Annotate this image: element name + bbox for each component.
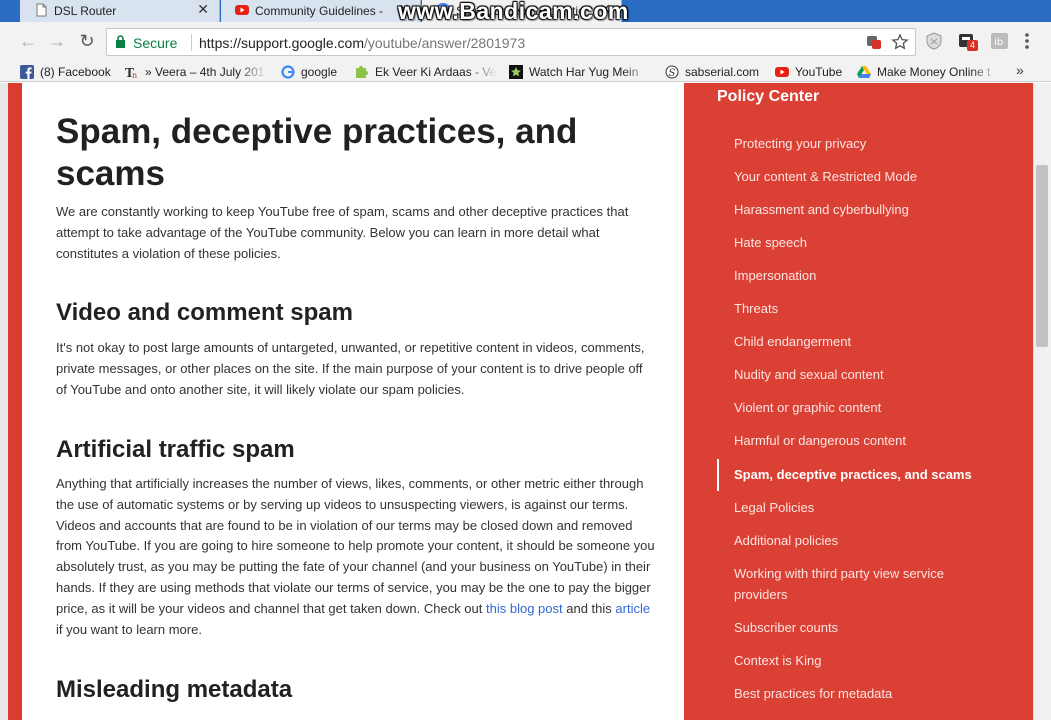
star-icon — [509, 64, 523, 79]
url-host: https://support.google.com — [199, 35, 364, 51]
youtube-icon — [775, 66, 789, 77]
tab-dsl-router[interactable]: DSL Router ✕ — [20, 0, 220, 22]
section-heading: Misleading metadata — [56, 676, 293, 703]
tab-strip: DSL Router ✕ Community Guidelines - ✕ Sp… — [0, 0, 1051, 24]
bookmark-label: Make Money Online t — [877, 64, 991, 79]
section-paragraph: It's not okay to post large amounts of u… — [56, 340, 645, 397]
learn-more-prefix: Check out — [423, 600, 483, 616]
divider — [191, 34, 192, 51]
bookmark-label: Ek Veer Ki Ardaas - Ve — [375, 64, 497, 79]
window-edge — [0, 83, 8, 720]
extension-badge: 4 — [967, 40, 978, 51]
bookmark-make-money[interactable]: Make Money Online t — [857, 63, 999, 80]
more-bookmarks-button[interactable]: » — [1016, 62, 1024, 78]
bookmark-youtube[interactable]: YouTube — [775, 63, 847, 80]
sidebar-item-legal-policies[interactable]: Legal Policies — [734, 498, 1014, 519]
lock-icon — [116, 35, 125, 48]
section-heading: Video and comment spam — [56, 299, 353, 326]
bookmark-sabserial[interactable]: S sabserial.com — [665, 63, 765, 80]
svg-text:ib: ib — [994, 37, 1003, 48]
sidebar-item-nudity[interactable]: Nudity and sexual content — [734, 365, 1014, 386]
bookmark-ek-veer[interactable]: Ek Veer Ki Ardaas - Ve — [355, 63, 497, 80]
bookmark-google[interactable]: google — [281, 63, 347, 80]
sidebar-item-harmful-content[interactable]: Harmful or dangerous content — [734, 431, 1014, 452]
bookmarks-bar: (8) Facebook Tn » Veera – 4th July 201 g… — [0, 60, 1051, 82]
drive-icon — [857, 65, 871, 78]
page-content: Spam, deceptive practices, and scams We … — [0, 83, 1051, 720]
svg-text:S: S — [669, 68, 676, 79]
url-path: /youtube/answer/2801973 — [364, 35, 526, 51]
s-icon: S — [665, 65, 679, 79]
bookmark-star-icon[interactable] — [891, 33, 909, 51]
bookmark-label: sabserial.com — [685, 64, 760, 79]
bookmark-har-yug[interactable]: Watch Har Yug Mein — [509, 63, 651, 80]
page-icon — [36, 3, 47, 17]
menu-icon[interactable] — [1024, 32, 1030, 50]
section-body: Anything that artificially increases the… — [56, 476, 655, 616]
bookmark-label: google — [301, 64, 338, 79]
section-heading: Artificial traffic spam — [56, 436, 295, 463]
sidebar-item-child-endangerment[interactable]: Child endangerment — [734, 332, 1014, 353]
sidebar-item-additional-policies[interactable]: Additional policies — [734, 531, 1014, 552]
puzzle-icon — [356, 65, 368, 78]
sidebar-item-impersonation[interactable]: Impersonation — [734, 266, 1014, 287]
address-bar[interactable]: Secure https://support.google.com/youtub… — [106, 28, 916, 56]
sidebar-item-threats[interactable]: Threats — [734, 299, 1014, 320]
left-accent-bar — [8, 83, 22, 720]
sidebar-item-protecting-privacy[interactable]: Protecting your privacy — [734, 134, 1014, 155]
google-icon — [281, 64, 295, 79]
policy-center-sidebar: Policy Center Protecting your privacy Yo… — [684, 83, 1033, 720]
secure-label: Secure — [133, 35, 178, 51]
learn-more-suffix: if you want to learn more. — [56, 621, 202, 637]
sidebar-item-restricted-mode[interactable]: Your content & Restricted Mode — [734, 167, 1014, 188]
url-text[interactable]: https://support.google.com/youtube/answe… — [199, 35, 525, 51]
sidebar-item-subscriber-counts[interactable]: Subscriber counts — [734, 618, 1014, 639]
translate-icon[interactable] — [865, 33, 883, 51]
sidebar-item-harassment[interactable]: Harassment and cyberbullying — [734, 200, 1014, 221]
bookmark-label: YouTube — [795, 64, 843, 79]
bookmark-label: (8) Facebook — [40, 64, 111, 79]
sidebar-title: Policy Center — [717, 88, 820, 105]
forward-button[interactable]: → — [47, 31, 67, 51]
sidebar-item-hate-speech[interactable]: Hate speech — [734, 233, 1014, 254]
tab-community-guidelines[interactable]: Community Guidelines - ✕ — [221, 0, 421, 22]
ib-extension-icon[interactable]: ib — [990, 31, 1010, 51]
page-title: Spam, deceptive practices, and scams — [56, 112, 578, 193]
bookmark-facebook[interactable]: (8) Facebook — [20, 63, 116, 80]
article-link[interactable]: article — [615, 601, 650, 616]
shield-extension-icon[interactable] — [924, 31, 944, 51]
back-button[interactable]: ← — [18, 31, 38, 51]
sidebar-item-metadata-best-practices[interactable]: Best practices for metadata — [734, 684, 1014, 705]
sidebar-item-third-party-views[interactable]: Working with third party view service pr… — [734, 564, 974, 605]
sidebar-item-context-is-king[interactable]: Context is King — [734, 651, 1014, 672]
svg-text:n: n — [132, 71, 137, 79]
active-item-indicator — [717, 459, 719, 491]
sidebar-item-spam[interactable]: Spam, deceptive practices, and scams — [734, 465, 1014, 486]
blog-post-link[interactable]: this blog post — [486, 601, 563, 616]
youtube-icon — [235, 5, 249, 15]
sidebar-item-violent-content[interactable]: Violent or graphic content — [734, 398, 1014, 419]
bookmark-label: Watch Har Yug Mein — [529, 64, 639, 79]
close-icon[interactable]: ✕ — [197, 1, 209, 18]
extension-with-badge[interactable]: 4 — [957, 31, 978, 51]
learn-more-mid: and this — [566, 600, 612, 616]
scrollbar-thumb[interactable] — [1036, 165, 1048, 347]
section-paragraph: Anything that artificially increases the… — [56, 474, 656, 640]
tn-icon: Tn — [125, 66, 137, 79]
tab-title: DSL Router — [54, 4, 117, 18]
facebook-icon — [20, 64, 34, 79]
intro-paragraph: We are constantly working to keep YouTub… — [56, 204, 629, 261]
browser-toolbar: ← → ↻ Secure https://support.google.com/… — [0, 22, 1051, 60]
bookmark-label: » Veera – 4th July 201 — [145, 64, 265, 79]
bookmark-veera[interactable]: Tn » Veera – 4th July 201 — [125, 63, 267, 80]
reload-button[interactable]: ↻ — [77, 31, 97, 51]
tab-title: Community Guidelines - — [255, 4, 384, 18]
